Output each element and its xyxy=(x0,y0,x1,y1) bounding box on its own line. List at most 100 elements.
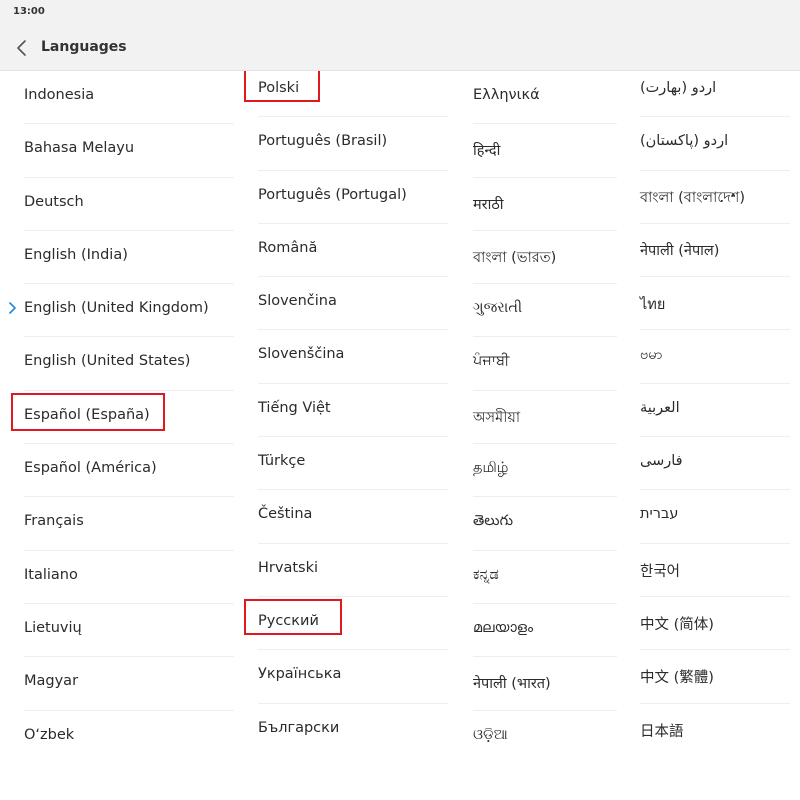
language-label: Български xyxy=(258,719,340,736)
language-label: 中文 (简体) xyxy=(640,616,714,633)
language-label: Türkçe xyxy=(258,453,306,470)
language-label: Русский xyxy=(258,612,319,629)
language-label: Ελληνικά xyxy=(473,87,540,103)
language-label: മലയാളം xyxy=(473,619,534,636)
language-label: Português (Brasil) xyxy=(258,133,388,150)
language-item[interactable]: Indonesia xyxy=(24,71,234,125)
language-item[interactable]: اردو (بھارت) xyxy=(640,71,790,118)
language-item-selected[interactable]: English (United Kingdom) xyxy=(9,284,234,338)
language-item[interactable]: Русский xyxy=(244,597,448,651)
language-label: Português (Portugal) xyxy=(258,186,407,203)
language-item[interactable]: O‘zbek xyxy=(24,711,234,764)
language-item[interactable]: العربية xyxy=(640,384,790,438)
language-label: Magyar xyxy=(24,673,79,690)
language-label: Polski xyxy=(258,80,300,96)
language-item[interactable]: বাংলা (বাংলাদেশ) xyxy=(640,171,790,225)
language-item[interactable]: Ελληνικά xyxy=(473,71,617,125)
language-column-4: اردو (بھارت) اردو (پاکستان) বাংলা (বাংলা… xyxy=(640,71,790,757)
language-label: Bahasa Melayu xyxy=(24,140,135,157)
language-item[interactable]: Bahasa Melayu xyxy=(24,124,234,178)
language-item[interactable]: Hrvatski xyxy=(258,544,448,598)
language-item[interactable]: हिन्दी xyxy=(473,124,617,178)
language-label: اردو (پاکستان) xyxy=(640,133,729,150)
language-item[interactable]: Tiếng Việt xyxy=(258,384,448,438)
language-item[interactable]: Español (América) xyxy=(24,444,234,498)
language-item[interactable]: 中文 (繁體) xyxy=(640,650,790,704)
language-item[interactable]: Български xyxy=(258,704,448,757)
language-label: O‘zbek xyxy=(24,726,75,743)
language-item[interactable]: English (United States) xyxy=(24,337,234,392)
language-column-1: Indonesia Bahasa Melayu Deutsch English … xyxy=(9,71,234,764)
status-time: 13:00 xyxy=(13,6,45,17)
language-label: Čeština xyxy=(258,506,313,523)
language-label: ଓଡ଼ିଆ xyxy=(473,726,508,743)
language-item[interactable]: Türkçe xyxy=(258,437,448,491)
language-item[interactable]: অসমীয়া xyxy=(473,391,617,445)
language-item[interactable]: Português (Portugal) xyxy=(258,171,448,225)
language-item[interactable]: മലയാളം xyxy=(473,604,617,658)
language-label: ಕನ್ನಡ xyxy=(473,566,499,583)
language-item[interactable]: فارسی xyxy=(640,437,790,491)
language-item[interactable]: Magyar xyxy=(24,657,234,711)
language-label: Español (América) xyxy=(24,460,157,477)
language-label: ไทย xyxy=(640,297,666,314)
language-item[interactable]: मराठी xyxy=(473,178,617,232)
language-label: 日本語 xyxy=(640,723,684,740)
language-item[interactable]: ဗမာ xyxy=(640,330,790,385)
language-item[interactable]: தமிழ் xyxy=(473,444,617,498)
language-label: العربية xyxy=(640,399,680,416)
language-label: English (India) xyxy=(24,246,128,263)
language-item[interactable]: Slovenčina xyxy=(258,277,448,331)
language-item[interactable]: Lietuvių xyxy=(24,604,234,658)
language-item[interactable]: Italiano xyxy=(24,551,234,605)
language-item[interactable]: Deutsch xyxy=(24,178,234,232)
language-label: Español (España) xyxy=(24,406,150,423)
page-title: Languages xyxy=(41,39,127,55)
language-item[interactable]: Українська xyxy=(258,650,448,704)
language-label: বাংলা (ভারত) xyxy=(473,249,557,266)
language-label: ગુજરાતી xyxy=(473,300,523,317)
language-label: Slovenčina xyxy=(258,293,337,310)
language-label: தமிழ் xyxy=(473,460,509,477)
chevron-right-icon xyxy=(9,302,16,314)
language-label: English (United Kingdom) xyxy=(24,300,209,317)
language-item[interactable]: ગુજરાતી xyxy=(473,284,617,338)
language-label: বাংলা (বাংলাদেশ) xyxy=(640,189,745,206)
language-item[interactable]: नेपाली (भारत) xyxy=(473,657,617,711)
language-label: Română xyxy=(258,239,318,256)
language-item[interactable]: ไทย xyxy=(640,277,790,331)
language-label: नेपाली (नेपाल) xyxy=(640,242,720,259)
language-label: 한국어 xyxy=(640,563,681,580)
language-label: اردو (بھارت) xyxy=(640,80,717,96)
language-label: Indonesia xyxy=(24,87,95,103)
language-label: ਪੰਜਾਬੀ xyxy=(473,353,510,370)
language-item[interactable]: اردو (پاکستان) xyxy=(640,117,790,171)
language-item[interactable]: Română xyxy=(258,224,448,278)
chevron-left-icon[interactable] xyxy=(13,38,31,58)
language-column-2: Polski Português (Brasil) Português (Por… xyxy=(244,71,448,757)
language-item[interactable]: ಕನ್ನಡ xyxy=(473,551,617,605)
language-item[interactable]: 日本語 xyxy=(640,704,790,757)
language-label: Deutsch xyxy=(24,193,84,210)
language-item[interactable]: Polski xyxy=(244,71,448,118)
language-item[interactable]: Português (Brasil) xyxy=(258,117,448,171)
language-item[interactable]: ਪੰਜਾਬੀ xyxy=(473,337,617,392)
language-item[interactable]: తెలుగు xyxy=(473,497,617,551)
language-label: فارسی xyxy=(640,453,683,470)
language-item[interactable]: Español (España) xyxy=(11,391,234,445)
language-item[interactable]: বাংলা (ভারত) xyxy=(473,231,617,285)
language-label: नेपाली (भारत) xyxy=(473,676,551,693)
language-label: ဗမာ xyxy=(640,347,663,364)
language-item[interactable]: 한국어 xyxy=(640,544,790,598)
language-label: Hrvatski xyxy=(258,559,318,576)
language-item[interactable]: Čeština xyxy=(258,490,448,544)
language-item[interactable]: नेपाली (नेपाल) xyxy=(640,224,790,278)
language-label: Українська xyxy=(258,666,342,683)
status-bar: 13:00 xyxy=(0,0,800,26)
language-item[interactable]: Slovenščina xyxy=(258,330,448,385)
language-item[interactable]: Français xyxy=(24,497,234,551)
language-item[interactable]: 中文 (简体) xyxy=(640,597,790,651)
language-item[interactable]: ଓଡ଼ିଆ xyxy=(473,711,617,764)
language-item[interactable]: עברית xyxy=(640,490,790,544)
language-item[interactable]: English (India) xyxy=(24,231,234,285)
